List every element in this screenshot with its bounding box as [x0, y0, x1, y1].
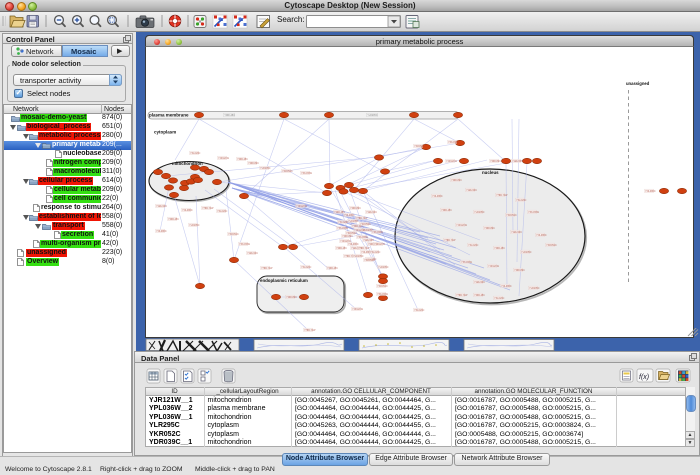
svg-text:YKR052C: YKR052C — [364, 259, 375, 262]
svg-text:YGR240C: YGR240C — [366, 211, 377, 214]
svg-text:YKL029C: YKL029C — [370, 251, 381, 254]
svg-text:YLR295C: YLR295C — [189, 224, 200, 227]
svg-text:YKR052C: YKR052C — [377, 285, 388, 288]
svg-text:YPL036W: YPL036W — [301, 172, 313, 175]
svg-text:YJR121W: YJR121W — [354, 229, 366, 232]
svg-text:YGR240C: YGR240C — [363, 239, 374, 242]
svg-text:YOL086C: YOL086C — [156, 230, 167, 233]
svg-text:plasma membrane: plasma membrane — [149, 113, 189, 118]
svg-text:endoplasmic reticulum: endoplasmic reticulum — [260, 278, 308, 283]
svg-text:YDR039C: YDR039C — [350, 207, 361, 210]
svg-text:YDR039C: YDR039C — [490, 160, 501, 163]
svg-text:YJR121W: YJR121W — [488, 265, 500, 268]
svg-text:YPL036W: YPL036W — [528, 211, 540, 214]
svg-text:YHR174W: YHR174W — [444, 239, 456, 242]
svg-text:YDR039C: YDR039C — [484, 227, 495, 230]
svg-text:YOL086C: YOL086C — [182, 209, 193, 212]
svg-text:YJR121W: YJR121W — [352, 308, 364, 311]
svg-text:YOL086C: YOL086C — [432, 195, 443, 198]
svg-text:YLR295C: YLR295C — [260, 167, 271, 170]
svg-text:YKR052C: YKR052C — [546, 244, 557, 247]
svg-text:YGR240C: YGR240C — [466, 189, 477, 192]
svg-text:YPL036W: YPL036W — [372, 231, 384, 234]
svg-text:YJR121W: YJR121W — [456, 224, 468, 227]
svg-text:YDR148C: YDR148C — [494, 247, 505, 250]
svg-text:YHR174W: YHR174W — [496, 194, 508, 197]
svg-text:YKR052C: YKR052C — [228, 233, 239, 236]
svg-text:mitochondrion: mitochondrion — [172, 161, 203, 166]
svg-text:YGR240C: YGR240C — [247, 252, 258, 255]
svg-text:YKR052C: YKR052C — [414, 145, 425, 148]
svg-text:YGR240C: YGR240C — [512, 160, 523, 163]
svg-text:YKR052C: YKR052C — [360, 223, 371, 226]
svg-text:YKL029C: YKL029C — [516, 199, 527, 202]
svg-text:YKL029C: YKL029C — [217, 210, 228, 213]
svg-text:YKL029C: YKL029C — [414, 309, 425, 312]
svg-text:YDR148C: YDR148C — [441, 209, 452, 212]
svg-text:YLR295C: YLR295C — [474, 211, 485, 214]
svg-text:YOL086C: YOL086C — [348, 243, 359, 246]
svg-text:YDR148C: YDR148C — [327, 267, 338, 270]
svg-text:YHR174W: YHR174W — [456, 294, 468, 297]
svg-text:YPL036W: YPL036W — [239, 243, 251, 246]
svg-text:YDR148C: YDR148C — [168, 218, 179, 221]
svg-text:YJR121W: YJR121W — [218, 157, 230, 160]
svg-text:YJR121W: YJR121W — [446, 160, 458, 163]
svg-text:YDR039C: YDR039C — [451, 179, 462, 182]
svg-text:nucleus: nucleus — [482, 170, 499, 175]
svg-text:YDR148C: YDR148C — [237, 158, 248, 161]
svg-text:YKL029C: YKL029C — [301, 266, 312, 269]
svg-text:YOL086C: YOL086C — [501, 285, 512, 288]
svg-text:YDR148C: YDR148C — [336, 247, 347, 250]
svg-text:YDR039C: YDR039C — [248, 162, 259, 165]
svg-text:YJR121W: YJR121W — [296, 205, 308, 208]
svg-text:YDR039C: YDR039C — [342, 235, 353, 238]
svg-text:YGR240C: YGR240C — [474, 281, 485, 284]
svg-text:YDR039C: YDR039C — [286, 296, 297, 299]
svg-text:YLR295C: YLR295C — [348, 220, 359, 223]
svg-text:YOL086C: YOL086C — [645, 190, 656, 193]
svg-text:YDR148C: YDR148C — [474, 294, 485, 297]
svg-text:YGR240C: YGR240C — [511, 231, 522, 234]
svg-text:YPL036W: YPL036W — [448, 141, 460, 144]
svg-text:YKR052C: YKR052C — [282, 170, 293, 173]
svg-text:YOL086C: YOL086C — [344, 214, 355, 217]
svg-text:YOL086C: YOL086C — [536, 234, 547, 237]
svg-text:YJR121W: YJR121W — [374, 243, 386, 246]
svg-text:YHR174W: YHR174W — [261, 267, 273, 270]
svg-text:YDR148C: YDR148C — [224, 114, 235, 117]
svg-text:YKL029C: YKL029C — [494, 297, 505, 300]
svg-text:YKL029C: YKL029C — [190, 152, 201, 155]
svg-text:YHR174W: YHR174W — [358, 247, 370, 250]
svg-text:YKR052C: YKR052C — [506, 214, 517, 217]
svg-text:YLR295C: YLR295C — [378, 266, 389, 269]
svg-text:cytoplasm: cytoplasm — [154, 130, 176, 135]
svg-text:YKL029C: YKL029C — [468, 244, 479, 247]
svg-text:YLR295C: YLR295C — [529, 287, 540, 290]
svg-text:YGR240C: YGR240C — [156, 205, 167, 208]
svg-text:YDR148C: YDR148C — [334, 211, 345, 214]
svg-text:YPL036W: YPL036W — [461, 261, 473, 264]
svg-text:f(x): f(x) — [639, 374, 649, 381]
svg-text:YPL036W: YPL036W — [337, 227, 349, 230]
svg-text:YDR039C: YDR039C — [514, 269, 525, 272]
svg-text:YLR295C: YLR295C — [353, 255, 364, 258]
svg-text:YHR174W: YHR174W — [202, 207, 214, 210]
svg-text:unassigned: unassigned — [626, 81, 650, 86]
svg-text:YLR295C: YLR295C — [367, 114, 378, 117]
svg-text:YPL036W: YPL036W — [377, 293, 389, 296]
svg-text:YLR295C: YLR295C — [521, 251, 532, 254]
svg-text:YKL029C: YKL029C — [338, 221, 349, 224]
